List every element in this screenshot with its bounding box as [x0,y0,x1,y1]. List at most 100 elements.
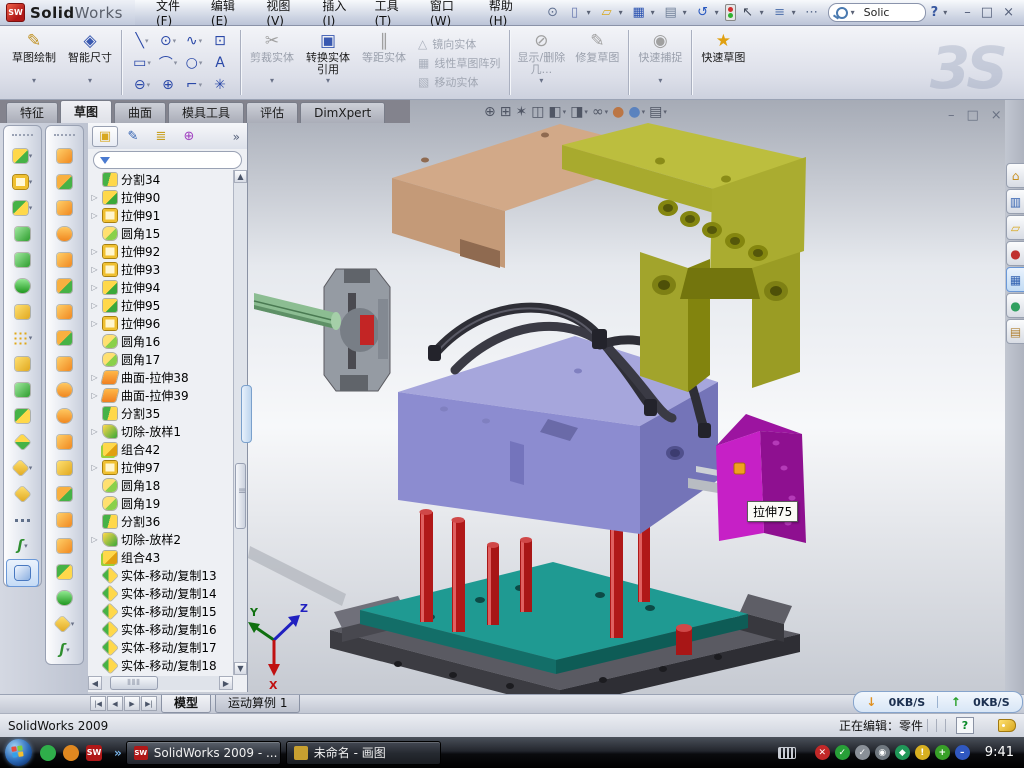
toolbar-drag-handle[interactable] [12,134,33,140]
tree-item-实体-移动/复制15[interactable]: 实体-移动/复制15 [90,602,233,620]
convert-entities-button[interactable]: ▣转换实体引用▾ [300,26,356,99]
expand-arrow-icon[interactable]: ▷ [90,391,99,400]
extruded-cut-icon[interactable]: ▾ [4,169,41,195]
expand-arrow-icon[interactable]: ▷ [90,211,99,220]
browser-icon[interactable] [63,745,79,761]
knit-surface-icon[interactable] [46,351,83,377]
health-tray-icon[interactable]: + [935,745,950,760]
tree-item-拉伸95[interactable]: ▷拉伸95 [90,296,233,314]
slot-icon[interactable]: ⊖▾ [129,74,155,96]
text-icon[interactable]: A [207,52,233,74]
curve-icon[interactable] [4,507,41,533]
chevron-down-icon[interactable]: ▾ [29,334,33,342]
ellipse-icon[interactable]: ○▾ [181,52,207,74]
undo-icon-dropdown[interactable]: ▾ [715,8,723,17]
quick-tips-button[interactable]: ? [956,717,974,734]
tree-item-实体-移动/复制14[interactable]: 实体-移动/复制14 [90,584,233,602]
tree-item-拉伸90[interactable]: ▷拉伸90 [90,188,233,206]
feature-manager-overflow-button[interactable]: » [233,130,243,144]
tree-item-拉伸97[interactable]: ▷拉伸97 [90,458,233,476]
solidworks-launcher-icon[interactable]: SW [86,745,102,761]
taskbar-window-active[interactable]: SWSolidWorks 2009 - ... [126,741,281,765]
helix-icon[interactable]: ʃ▾ [4,533,41,559]
untrim-surface-icon[interactable] [46,507,83,533]
study-nav-3[interactable]: ▶| [141,696,157,711]
chevron-down-icon[interactable]: ▾ [584,108,588,116]
chevron-down-icon[interactable]: ▾ [32,76,36,86]
messenger-icon[interactable] [40,745,56,761]
study-tab-模型[interactable]: 模型 [161,695,211,713]
expand-arrow-icon[interactable]: ▷ [90,463,99,472]
blocked-tray-icon[interactable]: – [955,745,970,760]
tree-item-拉伸96[interactable]: ▷拉伸96 [90,314,233,332]
tree-item-实体-移动/复制13[interactable]: 实体-移动/复制13 [90,566,233,584]
chevron-down-icon[interactable]: ▾ [29,178,33,186]
configurationmanager-tab[interactable]: ≣ [148,126,174,147]
freeform-icon[interactable] [46,273,83,299]
dimxpertmanager-tab[interactable]: ⊕ [176,126,202,147]
tree-item-圆角18[interactable]: 圆角18 [90,476,233,494]
tree-item-切除-放样2[interactable]: ▷切除-放样2 [90,530,233,548]
rectangle-icon[interactable]: ▭▾ [129,52,155,74]
part-slide-block[interactable] [716,414,806,543]
chevron-down-icon[interactable]: ▾ [605,108,609,116]
scroll-down-arrow[interactable]: ▼ [234,662,247,675]
tab-模具工具[interactable]: 模具工具 [168,102,244,123]
input-method-icon[interactable] [778,747,796,759]
window-minimize-button[interactable]: – [964,5,971,20]
line-icon[interactable]: ╲▾ [129,30,155,52]
planar-surface-icon[interactable] [46,299,83,325]
rib-icon[interactable] [4,273,41,299]
file-explorer-tab[interactable]: ▱ [1006,215,1024,240]
window-restore-button[interactable]: □ [981,5,993,20]
display-style-icon[interactable]: ◨▾ [570,104,588,120]
fillet-icon[interactable]: ▾ [4,195,41,221]
tree-item-切除-放样1[interactable]: ▷切除-放样1 [90,422,233,440]
security-alert-tray-icon[interactable]: ✕ [815,745,830,760]
chevron-down-icon[interactable]: ▾ [173,37,177,45]
combine-bodies-icon[interactable] [4,377,41,403]
rapid-sketch-button[interactable]: ★快速草图 [695,26,751,99]
study-nav-2[interactable]: ▶ [124,696,140,711]
open-folder-icon-dropdown[interactable]: ▾ [619,8,627,17]
view-selector-icon[interactable]: ✶ [515,104,527,120]
chevron-down-icon[interactable]: ▾ [563,108,567,116]
edit-appearance-icon[interactable]: ● [612,104,624,120]
swept-surface-icon[interactable] [46,143,83,169]
trim-surface-icon[interactable] [46,455,83,481]
zoom-area-icon[interactable]: ⊞ [500,104,512,120]
tab-DimXpert[interactable]: DimXpert [300,102,385,123]
move-copy-body-icon[interactable] [4,429,41,455]
shield-tray-icon[interactable]: ✓ [835,745,850,760]
custom-properties-tab[interactable]: ▤ [1006,319,1024,344]
part-locating-pin[interactable] [676,624,692,655]
tree-item-组合43[interactable]: 组合43 [90,548,233,566]
scroll-left-arrow[interactable]: ◀ [88,676,102,690]
boundary-boss-icon[interactable] [4,481,41,507]
taskbar-window-inactive[interactable]: 未命名 - 画图 [286,741,441,765]
mirror-bodies-icon[interactable] [4,351,41,377]
appearances-tab[interactable]: ● [1006,293,1024,318]
tab-特征[interactable]: 特征 [6,102,58,123]
view-orientation-icon[interactable]: ◧▾ [548,104,566,120]
chevron-down-icon[interactable]: ▾ [147,81,151,89]
tree-item-分割36[interactable]: 分割36 [90,512,233,530]
arc-icon[interactable]: ⌒▾ [155,52,181,74]
design-library-tab[interactable]: ▥ [1006,189,1024,214]
new-file-icon-dropdown[interactable]: ▾ [587,8,595,17]
tree-horizontal-scrollbar[interactable]: ◀ ⦀⦀⦀ ▶ [88,676,233,690]
delete-face-icon[interactable] [46,403,83,429]
part-cam-insert[interactable] [324,269,390,391]
chevron-down-icon[interactable]: ▾ [147,59,151,67]
view-settings-icon[interactable]: ▤▾ [649,104,667,120]
new-file-icon[interactable]: ▯ [565,4,585,22]
spline-icon[interactable]: ∿▾ [181,30,207,52]
resources-tab[interactable]: ⌂ [1006,163,1024,188]
apply-scene-icon[interactable]: ●▾ [628,104,645,120]
chevron-down-icon[interactable]: ▾ [199,37,203,45]
expand-arrow-icon[interactable]: ▷ [90,373,99,382]
search-input[interactable] [862,5,918,20]
tab-评估[interactable]: 评估 [246,102,298,123]
sync-tray-icon[interactable]: ◆ [895,745,910,760]
tab-草图[interactable]: 草图 [60,100,112,123]
